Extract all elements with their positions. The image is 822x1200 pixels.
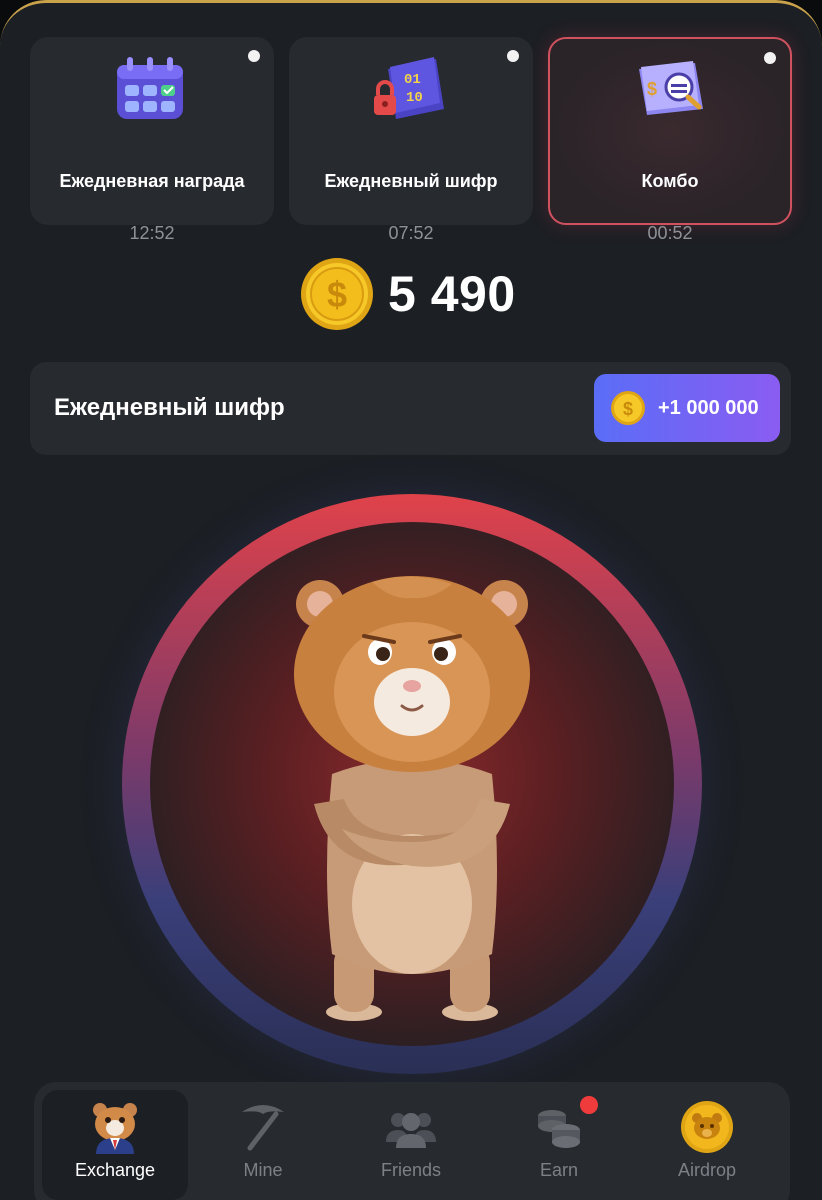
nav-item-airdrop[interactable]: Airdrop <box>634 1090 780 1200</box>
svg-text:10: 10 <box>406 90 423 106</box>
nav-label: Airdrop <box>677 1160 737 1180</box>
card-timer: 12:52 <box>129 223 175 243</box>
svg-text:$: $ <box>647 79 657 99</box>
bottom-nav: Exchange Mine Friends Earn Airdrop <box>34 1082 790 1200</box>
nav-label: Friends <box>380 1160 442 1180</box>
hamster-ceo-icon <box>93 1103 137 1154</box>
card-title: Ежедневная награда <box>59 171 245 191</box>
notification-dot <box>507 50 519 62</box>
nav-item-exchange[interactable]: Exchange <box>42 1090 188 1200</box>
nav-item-earn[interactable]: Earn <box>486 1090 632 1200</box>
nav-label: Exchange <box>74 1160 156 1180</box>
nav-label: Mine <box>243 1160 283 1180</box>
calendar-icon <box>117 57 183 119</box>
daily-cipher-bar[interactable]: Ежедневный шифр $ +1 000 000 <box>30 362 791 455</box>
svg-text:$: $ <box>623 399 633 419</box>
balance-amount: 5 490 <box>388 266 516 322</box>
notification-badge <box>580 1096 598 1114</box>
daily-combo-card[interactable]: $ Комбо 00:52 <box>548 37 792 243</box>
airdrop-coin-icon <box>681 1101 733 1153</box>
pickaxe-icon <box>242 1105 284 1151</box>
notification-dot <box>248 50 260 62</box>
reward-amount: +1 000 000 <box>658 396 759 419</box>
tap-button[interactable] <box>122 494 702 1074</box>
daily-reward-card[interactable]: Ежедневная награда 12:52 <box>30 37 274 243</box>
nav-label: Earn <box>539 1160 579 1180</box>
cipher-reward-button[interactable]: $ +1 000 000 <box>594 374 780 442</box>
hamster-character[interactable] <box>262 574 562 1024</box>
card-timer: 00:52 <box>647 223 693 243</box>
tap-button-inner[interactable] <box>150 522 674 1046</box>
nav-item-friends[interactable]: Friends <box>338 1090 484 1200</box>
nav-item-mine[interactable]: Mine <box>190 1090 336 1200</box>
balance-display: $ 5 490 <box>300 256 516 332</box>
app-screen: Ежедневная награда 12:52 01 10 Ежедневны… <box>0 0 822 1200</box>
card-title: Ежедневный шифр <box>324 171 498 191</box>
daily-cipher-card[interactable]: 01 10 Ежедневный шифр 07:52 <box>289 37 533 243</box>
svg-text:$: $ <box>327 274 347 315</box>
card-title: Комбо <box>641 171 699 191</box>
coin-icon: $ <box>611 391 645 425</box>
card-timer: 07:52 <box>388 223 434 243</box>
combo-card-icon: $ <box>639 61 703 115</box>
svg-text:01: 01 <box>404 72 421 88</box>
notification-dot <box>764 52 776 64</box>
coin-icon: $ <box>301 258 373 330</box>
friends-icon <box>386 1113 436 1148</box>
cipher-lock-icon: 01 10 <box>374 57 444 119</box>
coins-stack-icon <box>538 1110 580 1148</box>
cipher-title: Ежедневный шифр <box>54 394 285 421</box>
